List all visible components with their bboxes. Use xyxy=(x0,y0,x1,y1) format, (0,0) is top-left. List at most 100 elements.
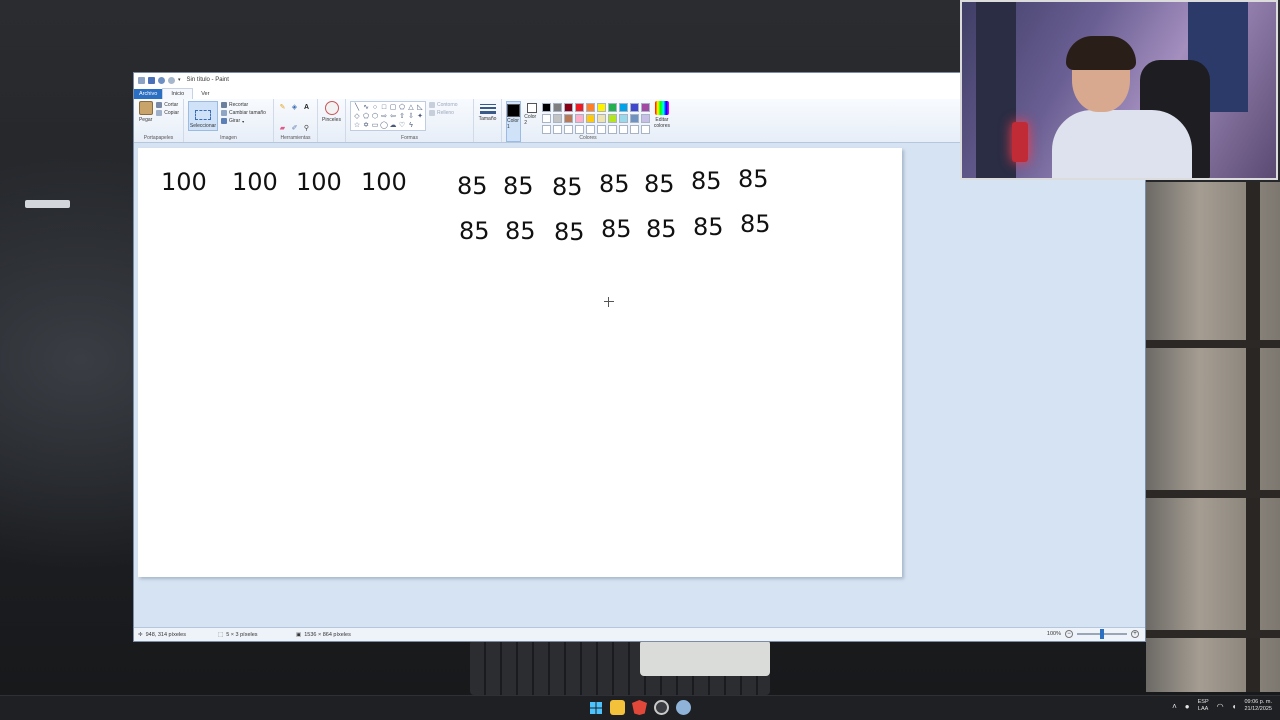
file-explorer-icon[interactable] xyxy=(610,700,625,715)
clock[interactable]: 09:06 p. m. 21/12/2025 xyxy=(1244,699,1272,713)
palette-swatch[interactable] xyxy=(629,114,639,123)
eraser-icon[interactable]: ▰ xyxy=(279,125,286,132)
star-six-shape-icon[interactable]: ✡ xyxy=(362,121,370,130)
microphone-icon[interactable]: ● xyxy=(1185,702,1190,711)
palette-swatch[interactable] xyxy=(552,125,562,134)
tab-file[interactable]: Archivo xyxy=(134,89,163,99)
select-button[interactable]: Seleccionar xyxy=(188,101,218,131)
diamond-shape-icon[interactable]: ◇ xyxy=(353,112,361,121)
rotate-button[interactable]: Girar ▾ xyxy=(221,118,266,124)
text-tool-icon[interactable]: A xyxy=(303,104,310,111)
palette-swatch[interactable] xyxy=(574,103,584,112)
shapes-group: ╲ ∿ ○ □ ▢ ⬠ △ ◺ ◇ ⬠ ⬡ ⇨ ⇦ ⇧ ⇩ ✦ ☆ ✡ ▭ ◯ xyxy=(346,99,474,142)
color2-swatch xyxy=(526,103,537,113)
tab-home[interactable]: Inicio xyxy=(162,88,194,99)
size-button[interactable]: Tamaño xyxy=(479,101,497,142)
palette-swatch[interactable] xyxy=(574,114,584,123)
language-indicator[interactable]: ESP LAA xyxy=(1198,699,1209,713)
palette-swatch[interactable] xyxy=(607,114,617,123)
canvas-number: 100 xyxy=(232,168,278,196)
zoom-slider[interactable] xyxy=(1077,629,1127,639)
brave-browser-icon[interactable] xyxy=(632,700,647,715)
color-picker-icon[interactable]: ✐ xyxy=(291,125,298,132)
heart-shape-icon[interactable]: ♡ xyxy=(398,121,406,130)
down-arrow-shape-icon[interactable]: ⇩ xyxy=(407,112,415,121)
cut-button[interactable]: Cortar xyxy=(156,102,179,108)
brushes-button[interactable]: Pinceles xyxy=(322,101,341,142)
palette-swatch[interactable] xyxy=(596,103,606,112)
lightning-shape-icon[interactable]: ϟ xyxy=(407,121,415,130)
line-shape-icon[interactable]: ╲ xyxy=(353,103,361,112)
palette-swatch[interactable] xyxy=(585,125,595,134)
clipboard-group-label: Portapapeles xyxy=(143,135,174,141)
rectangle-shape-icon[interactable]: □ xyxy=(380,103,388,112)
pentagon-shape-icon[interactable]: ⬠ xyxy=(362,112,370,121)
palette-swatch[interactable] xyxy=(640,103,650,112)
right-triangle-shape-icon[interactable]: ◺ xyxy=(416,103,424,112)
webcam-background-door xyxy=(976,2,1016,178)
up-arrow-shape-icon[interactable]: ⇧ xyxy=(398,112,406,121)
palette-swatch[interactable] xyxy=(563,103,573,112)
zoom-slider-thumb[interactable] xyxy=(1100,629,1104,639)
callout-oval-shape-icon[interactable]: ◯ xyxy=(380,121,388,130)
volume-icon[interactable]: ◖ xyxy=(1232,702,1237,711)
palette-swatch[interactable] xyxy=(585,103,595,112)
left-arrow-shape-icon[interactable]: ⇦ xyxy=(389,112,397,121)
undo-icon[interactable] xyxy=(158,76,165,84)
obs-studio-icon[interactable] xyxy=(654,700,669,715)
palette-swatch[interactable] xyxy=(541,125,551,134)
palette-swatch[interactable] xyxy=(607,103,617,112)
palette-swatch[interactable] xyxy=(618,103,628,112)
palette-swatch[interactable] xyxy=(563,125,573,134)
palette-swatch[interactable] xyxy=(552,114,562,123)
redo-icon[interactable] xyxy=(168,76,175,84)
palette-swatch[interactable] xyxy=(585,114,595,123)
zoom-in-button[interactable]: + xyxy=(1131,630,1139,638)
tab-view[interactable]: Ver xyxy=(193,89,217,99)
copy-label: Copiar xyxy=(164,110,179,116)
resize-button[interactable]: Cambiar tamaño xyxy=(221,110,266,116)
palette-swatch[interactable] xyxy=(541,114,551,123)
colors-group-label: Colores xyxy=(579,135,597,141)
drawing-canvas[interactable]: 100 100 100 100 85 85 85 85 85 85 85 85 … xyxy=(138,148,902,577)
palette-swatch[interactable] xyxy=(629,125,639,134)
fill-bucket-icon[interactable]: ◈ xyxy=(291,104,298,111)
polygon-shape-icon[interactable]: ⬠ xyxy=(398,103,406,112)
triangle-shape-icon[interactable]: △ xyxy=(407,103,415,112)
callout-rect-shape-icon[interactable]: ▭ xyxy=(371,121,379,130)
pencil-icon[interactable]: ✎ xyxy=(279,104,286,111)
fill-button[interactable]: Relleno xyxy=(429,110,458,116)
palette-swatch[interactable] xyxy=(574,125,584,134)
right-arrow-shape-icon[interactable]: ⇨ xyxy=(380,112,388,121)
palette-swatch[interactable] xyxy=(618,114,628,123)
palette-swatch[interactable] xyxy=(552,103,562,112)
outline-button[interactable]: Contorno xyxy=(429,102,458,108)
star-five-shape-icon[interactable]: ☆ xyxy=(353,121,361,130)
palette-swatch[interactable] xyxy=(629,103,639,112)
palette-swatch[interactable] xyxy=(640,114,650,123)
palette-swatch[interactable] xyxy=(607,125,617,134)
fill-label: Relleno xyxy=(437,110,454,116)
palette-swatch[interactable] xyxy=(618,125,628,134)
palette-swatch[interactable] xyxy=(563,114,573,123)
palette-swatch[interactable] xyxy=(640,125,650,134)
cloud-shape-icon[interactable]: ☁ xyxy=(389,121,397,130)
wifi-icon[interactable]: ◠ xyxy=(1217,702,1224,711)
rounded-rectangle-shape-icon[interactable]: ▢ xyxy=(389,103,397,112)
chevron-up-icon[interactable]: ˄ xyxy=(1172,702,1177,711)
save-icon[interactable] xyxy=(148,76,155,84)
zoom-out-button[interactable]: − xyxy=(1065,630,1073,638)
palette-swatch[interactable] xyxy=(596,114,606,123)
hexagon-shape-icon[interactable]: ⬡ xyxy=(371,112,379,121)
oval-shape-icon[interactable]: ○ xyxy=(371,103,379,112)
copy-button[interactable]: Copiar xyxy=(156,110,179,116)
crop-button[interactable]: Recortar xyxy=(221,102,266,108)
curve-shape-icon[interactable]: ∿ xyxy=(362,103,370,112)
paint-taskbar-icon[interactable] xyxy=(676,700,691,715)
magnifier-icon[interactable]: ⚲ xyxy=(303,125,310,132)
windows-start-icon[interactable] xyxy=(588,700,603,715)
palette-swatch[interactable] xyxy=(541,103,551,112)
palette-swatch[interactable] xyxy=(596,125,606,134)
customize-toolbar-chevron-icon[interactable]: ▾ xyxy=(178,77,181,83)
star-four-shape-icon[interactable]: ✦ xyxy=(416,112,424,121)
